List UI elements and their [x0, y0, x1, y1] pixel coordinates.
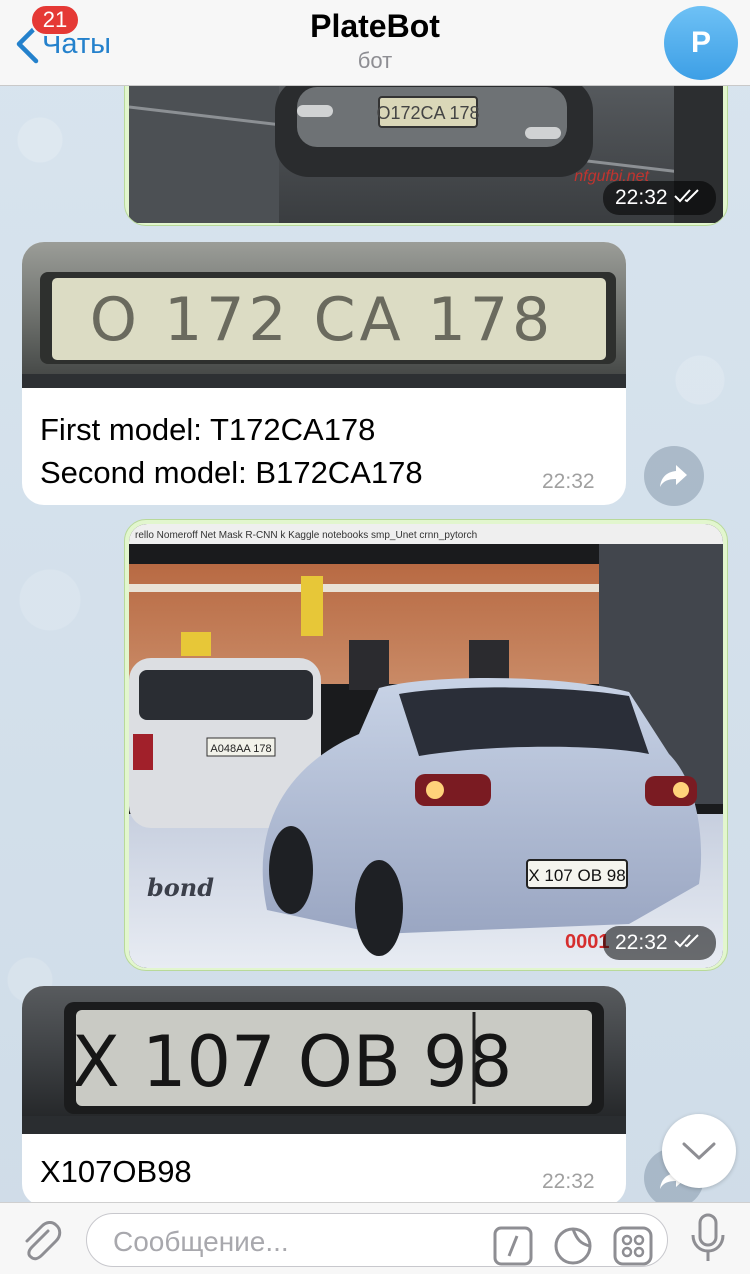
chat-subtitle: бот [357, 48, 393, 73]
car-photo-2: rello Nomeroff Net Mask R-CNN k Kaggle n… [129, 524, 723, 968]
scroll-to-bottom-button[interactable] [662, 1114, 736, 1188]
plate-text: X 107 OB 98 [72, 1021, 513, 1103]
front-car-plate: A048AA 178 [210, 743, 271, 755]
keyboard-grid-icon[interactable] [613, 1226, 653, 1271]
plate-crop-photo-2: X 107 OB 98 [22, 986, 626, 1134]
attach-button[interactable] [18, 1217, 64, 1268]
message-input[interactable]: Сообщение... [86, 1213, 668, 1267]
chat-header: Чаты 21 PlateBot бот P [0, 0, 750, 86]
message-time-pill: 22:32 [603, 926, 716, 960]
microphone-button[interactable] [688, 1213, 728, 1270]
share-button[interactable] [644, 446, 704, 506]
message-photo-in-4[interactable]: X 107 OB 98 X107OB98 22:32 [22, 986, 626, 1206]
svg-text:O172CA 178: O172CA 178 [376, 103, 479, 123]
recognition-line-1: X107OB98 [40, 1154, 192, 1189]
message-time: 22:32 [615, 186, 668, 209]
sticker-icon[interactable] [553, 1226, 593, 1271]
recognition-line-2: Second model: B172CA178 [40, 455, 423, 490]
message-time-pill: 22:32 [603, 181, 716, 215]
browser-bookmarks: rello Nomeroff Net Mask R-CNN k Kaggle n… [135, 530, 477, 541]
message-time: 22:32 [615, 931, 668, 954]
double-check-icon [673, 931, 704, 955]
plate-crop-photo-1: O 172 CA 178 [22, 242, 626, 388]
rear-car-plate: X 107 OB 98 [528, 866, 625, 885]
photo-bond-text: bond [147, 873, 214, 902]
microphone-icon [691, 1213, 725, 1261]
message-time: 22:32 [542, 1170, 595, 1193]
chevron-down-icon [682, 1142, 716, 1160]
plate-text: O 172 CA 178 [90, 285, 554, 355]
message-photo-out-3[interactable]: rello Nomeroff Net Mask R-CNN k Kaggle n… [124, 519, 728, 971]
message-placeholder: Сообщение... [113, 1226, 289, 1257]
chat-title[interactable]: PlateBot [0, 8, 750, 45]
double-check-icon [673, 186, 704, 210]
recognition-line-1: First model: T172CA178 [40, 412, 376, 447]
avatar[interactable]: P [664, 6, 738, 80]
message-input-bar: Сообщение... [0, 1202, 750, 1274]
paperclip-icon [25, 1221, 62, 1261]
message-photo-in-2[interactable]: O 172 CA 178 First model: T172CA178 Seco… [22, 242, 626, 505]
share-icon [660, 465, 687, 487]
command-icon[interactable] [493, 1226, 533, 1271]
message-time: 22:32 [542, 470, 595, 493]
